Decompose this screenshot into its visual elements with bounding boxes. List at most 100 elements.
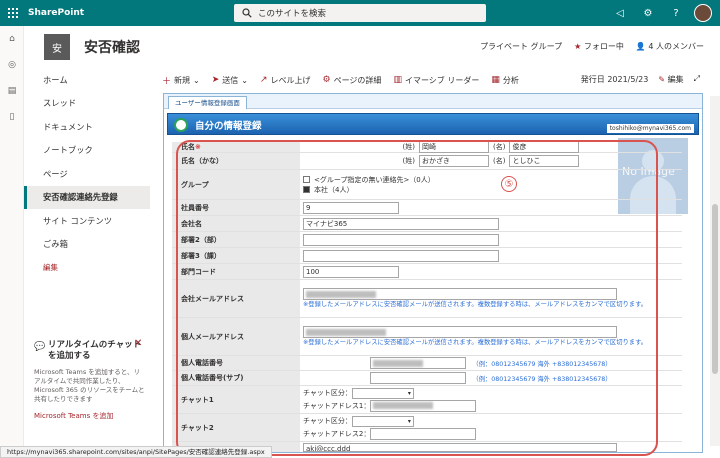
group-option-unassigned[interactable]: <グループ指定の無い連絡先>（0人） bbox=[303, 175, 679, 185]
teams-promo: ✕ 💬 リアルタイムのチャットを追加する Microsoft Teams を追加… bbox=[34, 338, 146, 421]
suite-header: SharePoint このサイトを検索 ◁ ⚙ ? bbox=[0, 0, 720, 26]
promote-icon: ↗ bbox=[259, 75, 268, 85]
mail-note: ※登録したメールアドレスに安否確認メールが送信されます。複数登録する時は、メール… bbox=[303, 339, 648, 346]
form-row-phone: 個人電話番号 （例：08012345679 海外 +838012345678） bbox=[172, 356, 682, 371]
checkbox[interactable] bbox=[303, 176, 310, 183]
chevron-down-icon: ▾ bbox=[407, 389, 411, 397]
nav-item-pages[interactable]: ページ bbox=[24, 162, 150, 186]
analytics-button[interactable]: ▦ 分析 bbox=[491, 75, 519, 86]
dept2-input[interactable] bbox=[303, 233, 499, 246]
chat-kind-select[interactable]: ▾ bbox=[351, 415, 414, 427]
company-input[interactable]: マイナビ365 bbox=[303, 217, 499, 230]
star-icon: ★ bbox=[574, 42, 582, 51]
chevron-down-icon: ▾ bbox=[407, 417, 411, 425]
surname-input[interactable]: 岡崎 bbox=[419, 141, 489, 153]
givenname-input[interactable]: 俊彦 bbox=[509, 141, 580, 153]
chat-addr-label: チャットアドレス1： bbox=[303, 401, 371, 410]
form-row-dept2: 部署2（部） bbox=[172, 232, 682, 248]
company-label: 会社名 bbox=[172, 216, 300, 231]
phone-input[interactable] bbox=[370, 357, 467, 369]
expand-icon[interactable]: ⤢ bbox=[694, 74, 700, 85]
chevron-down-icon: ⌄ bbox=[241, 75, 248, 85]
redacted-value bbox=[373, 402, 434, 409]
nav-edit-link[interactable]: 編集 bbox=[24, 256, 150, 280]
nav-item-contact-registration[interactable]: 安否確認連絡先登録 bbox=[24, 185, 150, 209]
send-icon: ➤ bbox=[211, 75, 220, 85]
globe-icon[interactable]: ◎ bbox=[0, 52, 24, 78]
gear-icon: ⚙ bbox=[322, 75, 331, 85]
kana-surname-input[interactable]: おかざき bbox=[419, 155, 489, 167]
deptcode-input[interactable]: 100 bbox=[303, 265, 399, 278]
chevron-down-icon: ⌄ bbox=[193, 75, 200, 85]
send-button[interactable]: ➤ 送信 ⌄ bbox=[212, 75, 248, 86]
personal-mail-input[interactable] bbox=[303, 326, 617, 338]
members-button[interactable]: 👤 4 人のメンバー bbox=[636, 41, 704, 52]
phone2-label: 個人電話番号(サブ) bbox=[172, 371, 300, 385]
chat-kind-select[interactable]: ▾ bbox=[351, 387, 414, 399]
nav-item-threads[interactable]: スレッド bbox=[24, 92, 150, 116]
dept3-label: 部署3（課） bbox=[172, 248, 300, 263]
gear-icon[interactable]: ⚙ bbox=[634, 0, 662, 26]
immersive-reader-button[interactable]: ▥ イマーシブ リーダー bbox=[393, 75, 479, 86]
phone-sub-input[interactable] bbox=[370, 372, 467, 384]
megaphone-icon[interactable]: ◁ bbox=[606, 0, 634, 26]
app-launcher-icon[interactable] bbox=[0, 0, 26, 26]
nav-item-notebook[interactable]: ノートブック bbox=[24, 139, 150, 163]
dept3-input[interactable] bbox=[303, 249, 499, 262]
form-title: 自分の情報登録 bbox=[195, 121, 262, 132]
chat-addr1-input[interactable] bbox=[370, 399, 477, 412]
file-icon[interactable]: ▯ bbox=[0, 104, 24, 130]
nav-item-documents[interactable]: ドキュメント bbox=[24, 115, 150, 139]
form-row-deptcode: 部門コード 100 bbox=[172, 264, 682, 280]
nav-item-home[interactable]: ホーム bbox=[24, 68, 150, 92]
promote-button[interactable]: ↗ レベル上げ bbox=[260, 75, 311, 86]
new-button[interactable]: ＋新規 ⌄ bbox=[162, 74, 200, 87]
kana-givenname-prefix: (名) bbox=[493, 157, 506, 165]
phone-example: （例：08012345679 海外 +838012345678） bbox=[472, 375, 612, 383]
site-title[interactable]: 安否確認 bbox=[84, 37, 140, 57]
field-label: 氏名 ※ bbox=[172, 142, 300, 152]
last-input[interactable]: aki@ccc.ddd bbox=[303, 443, 617, 452]
search-icon bbox=[242, 8, 252, 18]
edit-label: 編集 bbox=[667, 75, 684, 84]
new-label: 新規 bbox=[174, 75, 191, 85]
form-row-company: 会社名 マイナビ365 bbox=[172, 216, 682, 232]
surname-prefix: (姓) bbox=[402, 143, 415, 151]
tab-user-registration[interactable]: ユーザー情報登録画面 bbox=[168, 96, 247, 109]
redacted-value bbox=[306, 328, 386, 336]
company-mail-input[interactable] bbox=[303, 288, 617, 300]
cmail-label: 会社メールアドレス bbox=[172, 280, 300, 317]
reader-icon: ▥ bbox=[393, 75, 402, 85]
chat-addr2-input[interactable] bbox=[370, 427, 477, 440]
page-details-button[interactable]: ⚙ ページの詳細 bbox=[323, 75, 382, 86]
tab-strip: ユーザー情報登録画面 bbox=[164, 94, 702, 109]
follow-button[interactable]: ★ フォロー中 bbox=[574, 41, 624, 52]
givenname-prefix: (名) bbox=[493, 143, 506, 151]
avatar[interactable] bbox=[694, 4, 712, 22]
add-teams-link[interactable]: Microsoft Teams を追加 bbox=[34, 411, 146, 421]
nav-item-recycle-bin[interactable]: ごみ箱 bbox=[24, 233, 150, 257]
close-icon[interactable]: ✕ bbox=[134, 338, 142, 349]
checkbox-checked[interactable] bbox=[303, 186, 310, 193]
search-box[interactable]: このサイトを検索 bbox=[234, 4, 486, 22]
nav-item-site-contents[interactable]: サイト コンテンツ bbox=[24, 209, 150, 233]
site-logo[interactable]: 安 bbox=[44, 34, 70, 60]
embedded-app-frame: ユーザー情報登録画面 自分の情報登録 toshihiko@mynavi365.c… bbox=[163, 93, 703, 453]
scrollbar[interactable] bbox=[710, 96, 720, 446]
signed-in-user: toshihiko@mynavi365.com bbox=[606, 124, 694, 133]
members-label: 4 人のメンバー bbox=[648, 42, 704, 51]
person-icon: 👤 bbox=[635, 42, 646, 51]
immersive-reader-label: イマーシブ リーダー bbox=[404, 75, 480, 85]
help-icon[interactable]: ? bbox=[662, 0, 690, 26]
form-row-name: 氏名 ※ (姓) 岡崎 (名) 俊彦 bbox=[172, 141, 682, 153]
edit-button[interactable]: ✎ 編集 bbox=[658, 74, 683, 85]
send-label: 送信 bbox=[222, 75, 239, 85]
news-icon[interactable]: ▤ bbox=[0, 78, 24, 104]
home-icon[interactable]: ⌂ bbox=[0, 26, 24, 52]
kana-givenname-input[interactable]: としひこ bbox=[509, 155, 580, 167]
empno-input[interactable]: 9 bbox=[303, 201, 399, 214]
scrollbar-thumb[interactable] bbox=[712, 204, 718, 374]
mail-note: ※登録したメールアドレスに安否確認メールが送信されます。複数登録する時は、メール… bbox=[303, 301, 648, 308]
app-name[interactable]: SharePoint bbox=[28, 8, 84, 18]
group-option-headoffice[interactable]: 本社（4人） bbox=[303, 185, 679, 195]
